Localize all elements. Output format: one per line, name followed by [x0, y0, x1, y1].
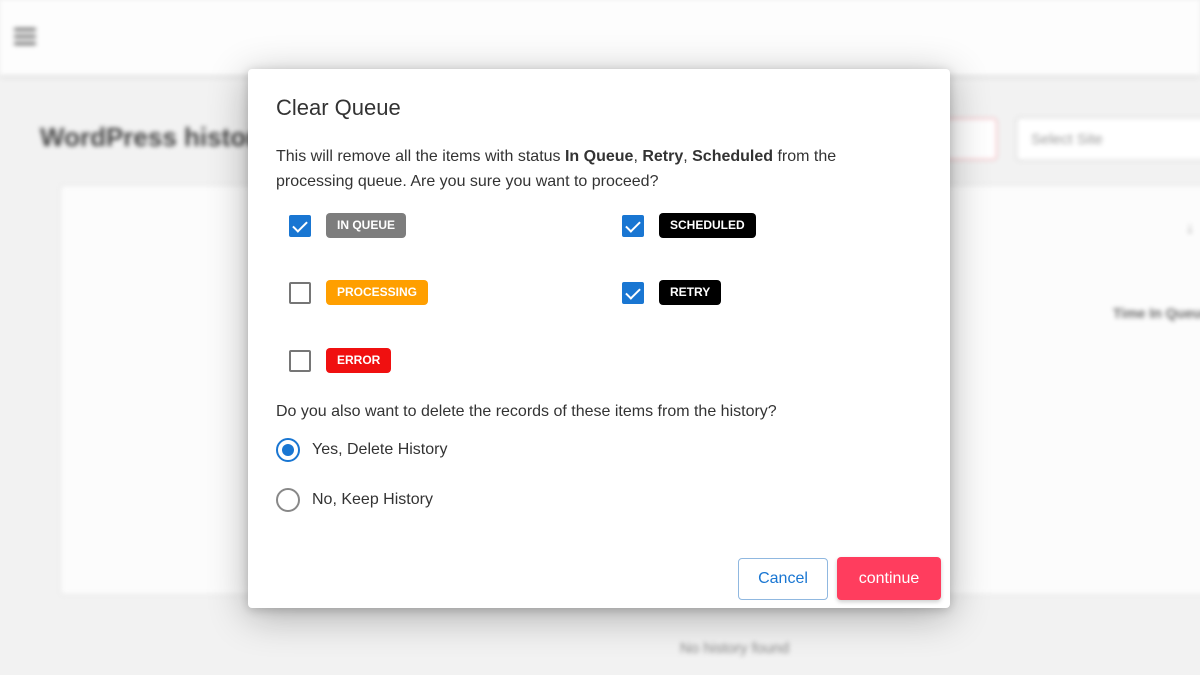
continue-button[interactable]: continue	[837, 557, 941, 600]
empty-history-message: No history found	[680, 640, 790, 657]
site-select[interactable]: Select Site	[1016, 117, 1200, 161]
history-question: Do you also want to delete the records o…	[276, 403, 777, 420]
desc-status-retry: Retry	[642, 148, 684, 165]
status-option-error[interactable]: ERROR	[289, 348, 392, 373]
radio-delete-history[interactable]	[276, 438, 300, 462]
dialog-description: This will remove all the items with stat…	[276, 144, 916, 194]
status-badge-error: ERROR	[326, 348, 392, 373]
desc-status-in-queue: In Queue	[564, 148, 634, 165]
checkbox-in-queue[interactable]	[289, 214, 311, 237]
cancel-button[interactable]: Cancel	[738, 558, 828, 600]
clear-queue-dialog: Clear Queue This will remove all the ite…	[248, 69, 950, 608]
page-title: WordPress history	[40, 122, 271, 152]
status-badge-processing: PROCESSING	[326, 280, 429, 305]
radio-option-delete-history[interactable]: Yes, Delete History	[276, 438, 447, 462]
radio-option-keep-history[interactable]: No, Keep History	[276, 488, 433, 512]
status-badge-retry: RETRY	[659, 280, 722, 305]
checkbox-retry[interactable]	[622, 281, 644, 304]
dialog-title: Clear Queue	[276, 95, 401, 120]
column-header-time-in-queue: Time In Queue	[1113, 305, 1200, 321]
checkbox-scheduled[interactable]	[622, 214, 644, 237]
sort-arrow-icon[interactable]: ↓	[1186, 220, 1194, 238]
desc-separator: ,	[633, 148, 643, 165]
status-option-retry[interactable]: RETRY	[622, 280, 722, 305]
status-badge-scheduled: SCHEDULED	[659, 213, 756, 238]
status-option-in-queue[interactable]: IN QUEUE	[289, 213, 407, 238]
desc-status-scheduled: Scheduled	[692, 148, 774, 165]
radio-label-keep-history[interactable]: No, Keep History	[312, 491, 433, 509]
radio-label-delete-history[interactable]: Yes, Delete History	[312, 441, 447, 459]
desc-separator: ,	[683, 148, 693, 165]
status-badge-in-queue: IN QUEUE	[326, 213, 407, 238]
desc-text-before: This will remove all the items with stat…	[276, 148, 565, 165]
status-option-scheduled[interactable]: SCHEDULED	[622, 213, 756, 238]
checkbox-processing[interactable]	[289, 281, 311, 304]
menu-icon[interactable]	[14, 28, 36, 45]
checkbox-error[interactable]	[289, 349, 311, 372]
top-app-bar	[0, 0, 1200, 76]
radio-keep-history[interactable]	[276, 488, 300, 512]
status-option-processing[interactable]: PROCESSING	[289, 280, 429, 305]
